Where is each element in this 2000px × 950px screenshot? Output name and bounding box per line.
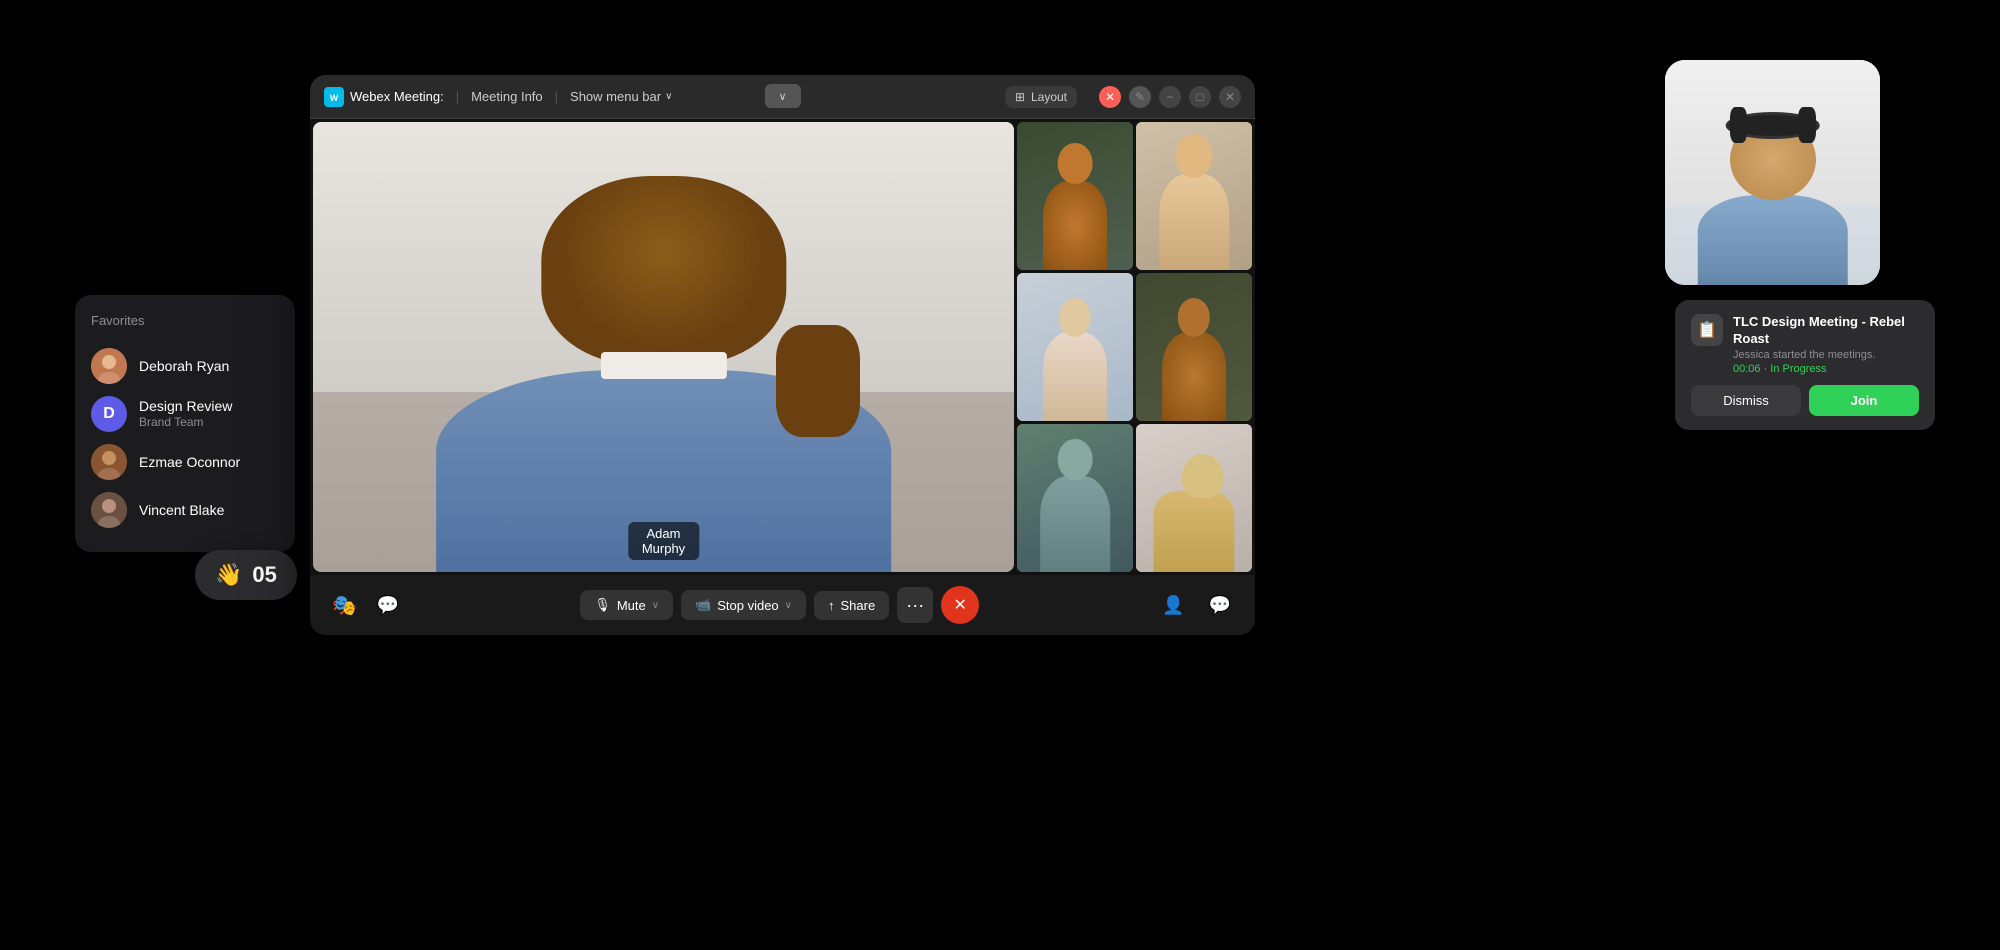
avatar-btn[interactable]: 🎭 [326, 587, 363, 624]
emoji-count: 05 [252, 562, 276, 588]
layout-button[interactable]: ⊞ Layout [1005, 86, 1077, 108]
favorite-item-deborah[interactable]: Deborah Ryan [91, 342, 279, 390]
notification-icon: 📋 [1691, 314, 1723, 346]
favorite-name-vincent: Vincent Blake [139, 501, 224, 519]
person-photo [1665, 60, 1880, 285]
favorite-name-design: Design Review [139, 397, 232, 415]
svg-text:W: W [330, 93, 339, 103]
participants-icon: 👤 [1162, 595, 1184, 615]
share-icon: ↑ [828, 598, 835, 613]
webex-logo: W Webex Meeting: [324, 87, 444, 107]
mute-button[interactable]: 🎙 Mute ∨ [580, 590, 673, 620]
chat-icon: 💬 [377, 595, 399, 616]
avatar-vincent [91, 492, 127, 528]
video-chevron-icon: ∨ [785, 600, 792, 611]
grid-cell-5 [1017, 424, 1133, 572]
chevron-down-icon: ∨ [665, 91, 672, 102]
favorite-sub-design: Brand Team [139, 415, 232, 431]
speaker-name-tag: Adam Murphy [628, 522, 699, 560]
favorite-info-design: Design Review Brand Team [139, 397, 232, 431]
show-menu-bar-btn[interactable]: Show menu bar ∨ [570, 89, 672, 104]
notification-card: 📋 TLC Design Meeting - Rebel Roast Jessi… [1675, 300, 1935, 430]
stop-video-button[interactable]: 📹 Stop video ∨ [681, 590, 806, 620]
grid-row-bottom [1017, 424, 1252, 572]
tlc-icon: 📋 [1697, 320, 1717, 340]
messages-icon: 💬 [1209, 595, 1231, 615]
notification-header: 📋 TLC Design Meeting - Rebel Roast Jessi… [1691, 314, 1919, 375]
notification-content: TLC Design Meeting - Rebel Roast Jessica… [1733, 314, 1919, 375]
video-area: Adam Murphy [310, 119, 1255, 575]
avatar-icon: 🎭 [332, 593, 357, 618]
join-button[interactable]: Join [1809, 385, 1919, 416]
notification-title: TLC Design Meeting - Rebel Roast [1733, 314, 1919, 348]
share-button[interactable]: ↑ Share [814, 591, 889, 620]
chat-btn[interactable]: 💬 [371, 589, 405, 622]
grid-cell-2 [1136, 122, 1252, 270]
grid-row-top [1017, 122, 1252, 270]
notification-subtitle: Jessica started the meetings. [1733, 348, 1919, 363]
avatar-design: D [91, 396, 127, 432]
favorite-name-deborah: Deborah Ryan [139, 357, 229, 375]
grid-cell-6 [1136, 424, 1252, 572]
notification-status: 00:06 · In Progress [1733, 363, 1919, 375]
grid-cell-4 [1136, 273, 1252, 421]
center-dropdown[interactable]: ∨ [764, 84, 800, 108]
grid-cell-3 [1017, 273, 1133, 421]
favorites-title: Favorites [91, 313, 279, 328]
favorite-info-vincent: Vincent Blake [139, 501, 224, 519]
layout-icon: ⊞ [1015, 90, 1025, 104]
webex-logo-icon: W [324, 87, 344, 107]
maximize-button[interactable]: □ [1189, 86, 1211, 108]
favorite-item-design[interactable]: D Design Review Brand Team [91, 390, 279, 438]
edit-button[interactable]: ✎ [1129, 86, 1151, 108]
favorite-info-ezmae: Ezmae Oconnor [139, 453, 240, 471]
grid-row-middle [1017, 273, 1252, 421]
close-button[interactable]: ✕ [1099, 86, 1121, 108]
end-call-icon: ✕ [954, 595, 967, 615]
webex-window: W Webex Meeting: | Meeting Info | Show m… [310, 75, 1255, 635]
end-call-button[interactable]: ✕ [941, 586, 979, 624]
meeting-info-link[interactable]: Meeting Info [471, 89, 543, 104]
favorite-item-ezmae[interactable]: Ezmae Oconnor [91, 438, 279, 486]
mute-chevron-icon: ∨ [652, 600, 659, 611]
person-photo-inner [1665, 60, 1880, 285]
notification-actions: Dismiss Join [1691, 385, 1919, 416]
main-video: Adam Murphy [313, 122, 1014, 572]
messages-button[interactable]: 💬 [1201, 591, 1239, 620]
control-bar: 🎭 💬 🎙 Mute ∨ 📹 Stop video ∨ ↑ Share ··· … [310, 575, 1255, 635]
more-options-button[interactable]: ··· [897, 587, 933, 623]
favorite-info-deborah: Deborah Ryan [139, 357, 229, 375]
webex-title-text: Webex Meeting: [350, 89, 444, 104]
emoji-icon: 👋 [215, 562, 242, 588]
participants-button[interactable]: 👤 [1154, 591, 1192, 620]
avatar-deborah [91, 348, 127, 384]
video-icon: 📹 [695, 597, 711, 613]
window-controls: ✕ ✎ − □ ✕ [1099, 86, 1241, 108]
emoji-badge: 👋 05 [195, 550, 297, 600]
dismiss-button[interactable]: Dismiss [1691, 385, 1801, 416]
avatar-ezmae [91, 444, 127, 480]
mic-icon: 🎙 [594, 597, 611, 613]
chevron-icon: ∨ [778, 91, 786, 103]
window-close-button[interactable]: ✕ [1219, 86, 1241, 108]
minimize-button[interactable]: − [1159, 86, 1181, 108]
grid-cell-1 [1017, 122, 1133, 270]
favorites-panel: Favorites Deborah Ryan D Design Review B… [75, 295, 295, 552]
favorite-item-vincent[interactable]: Vincent Blake [91, 486, 279, 534]
favorite-name-ezmae: Ezmae Oconnor [139, 453, 240, 471]
title-bar: W Webex Meeting: | Meeting Info | Show m… [310, 75, 1255, 119]
grid-videos [1017, 122, 1252, 572]
